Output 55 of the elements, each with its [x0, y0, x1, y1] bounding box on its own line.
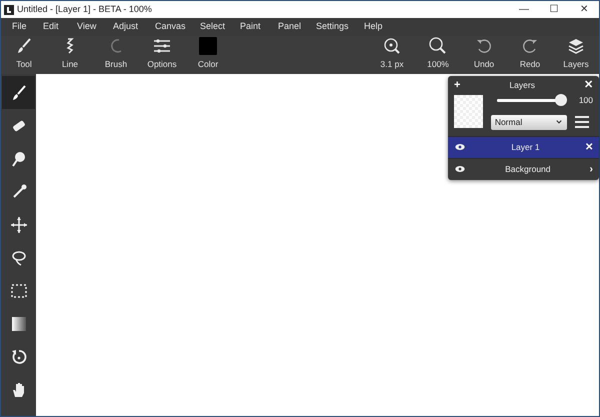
- selection-icon: [10, 282, 28, 300]
- menu-item[interactable]: Settings: [316, 20, 349, 34]
- smudge-icon: [10, 150, 28, 168]
- panel-title: Layers: [509, 78, 535, 92]
- rotate-icon: [10, 348, 28, 366]
- brush-size-icon: [383, 37, 401, 56]
- brush-icon: [15, 37, 33, 56]
- toolbar-button[interactable]: Layers: [553, 36, 599, 74]
- menu-icon[interactable]: [574, 116, 589, 128]
- undo-icon: [475, 37, 493, 56]
- menu-item[interactable]: File: [12, 20, 27, 34]
- toolbar-button[interactable]: Redo: [507, 36, 553, 74]
- menu-item[interactable]: View: [77, 20, 96, 34]
- window-title: Untitled - [Layer 1] - BETA - 100%: [17, 2, 152, 16]
- menu-item[interactable]: Paint: [240, 20, 261, 34]
- toolbar-button[interactable]: Options: [139, 36, 185, 74]
- toolbar-button[interactable]: Line: [47, 36, 93, 74]
- close-button[interactable]: ✕: [569, 2, 599, 17]
- layer-row[interactable]: Layer 1 ✕: [448, 136, 599, 158]
- color-swatch-icon: [199, 37, 217, 56]
- toolbar-button[interactable]: Color: [185, 36, 231, 74]
- zoom-icon: [429, 37, 447, 56]
- layer-row[interactable]: Background ›: [448, 158, 599, 180]
- redo-icon: [521, 37, 539, 56]
- layer-name: Layer 1: [510, 140, 541, 154]
- toolbar-button[interactable]: Tool: [1, 36, 47, 74]
- close-button[interactable]: ✕: [584, 80, 593, 90]
- sliders-icon: [153, 37, 171, 56]
- tool-button[interactable]: [2, 76, 35, 109]
- blend-mode-dropdown[interactable]: Normal: [490, 114, 567, 130]
- layers-icon: [567, 37, 585, 56]
- caret-icon: [554, 118, 563, 126]
- toolbar-button[interactable]: 3.1 px: [369, 36, 415, 74]
- menu-item[interactable]: Canvas: [155, 20, 186, 34]
- menu-item[interactable]: Select: [200, 20, 226, 34]
- layer-action-button[interactable]: ›: [590, 162, 593, 177]
- lasso-icon: [10, 248, 28, 266]
- app-icon: [4, 4, 14, 14]
- menu-item[interactable]: Panel: [278, 20, 302, 34]
- layer-thumbnail: [454, 95, 483, 128]
- menu-item[interactable]: Adjust: [113, 20, 138, 34]
- menu-item[interactable]: Edit: [43, 20, 59, 34]
- slider-thumb[interactable]: [554, 94, 567, 106]
- move-icon: [10, 216, 28, 234]
- layer-action-button[interactable]: ✕: [585, 140, 593, 155]
- toolbar-button[interactable]: Undo: [461, 36, 507, 74]
- minimize-button[interactable]: —: [509, 2, 539, 17]
- add-layer-button[interactable]: +: [454, 80, 460, 90]
- toolbar-button[interactable]: 100%: [415, 36, 461, 74]
- gradient-icon: [10, 314, 28, 332]
- toolbar-button[interactable]: Brush: [93, 36, 139, 74]
- menu-item[interactable]: Help: [364, 20, 383, 34]
- opacity-value: 100: [578, 94, 593, 107]
- maximize-button[interactable]: ☐: [539, 2, 569, 17]
- layer-name: Background: [504, 162, 552, 176]
